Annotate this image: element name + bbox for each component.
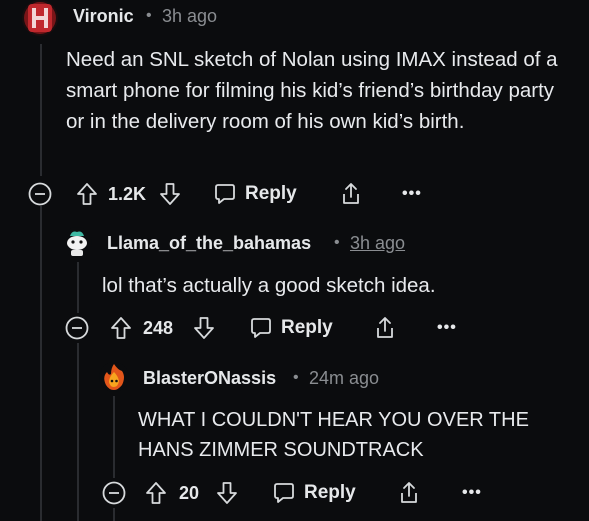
downvote-arrow-icon — [194, 317, 214, 339]
thread-line-3[interactable] — [113, 396, 115, 478]
separator-dot: • — [293, 369, 299, 386]
upvote-button[interactable] — [145, 478, 167, 508]
collapse-button[interactable] — [28, 179, 52, 209]
comment-body: WHAT I COULDN'T HEAR YOU OVER THE HANS Z… — [138, 409, 529, 461]
fire-avatar-icon — [104, 364, 124, 390]
speech-bubble-icon — [274, 483, 294, 503]
upvote-arrow-icon — [77, 183, 97, 205]
downvote-button[interactable] — [216, 478, 238, 508]
comment-actions: 20 Reply ••• — [102, 478, 589, 508]
collapse-icon — [28, 182, 52, 206]
collapse-button[interactable] — [102, 478, 126, 508]
collapse-button[interactable] — [65, 313, 89, 343]
vote-count: 248 — [143, 317, 174, 338]
share-icon — [343, 183, 359, 204]
share-button[interactable] — [339, 179, 363, 209]
username[interactable]: Llama_of_the_bahamas — [107, 233, 311, 254]
share-button[interactable] — [397, 478, 421, 508]
downvote-button[interactable] — [159, 179, 181, 209]
share-icon — [401, 482, 417, 503]
avatar[interactable] — [62, 227, 92, 257]
more-options-button[interactable]: ••• — [462, 478, 482, 508]
downvote-arrow-icon — [160, 183, 180, 205]
speech-bubble-icon — [215, 184, 235, 204]
comment-body: Need an SNL sketch of Nolan using IMAX i… — [66, 48, 558, 133]
reply-button[interactable]: Reply — [272, 478, 356, 508]
separator-dot: • — [146, 7, 152, 24]
reply-button[interactable]: Reply — [249, 313, 333, 343]
thread-line-2[interactable] — [77, 262, 79, 313]
comment-body: lol that’s actually a good sketch idea. — [102, 274, 436, 297]
upvote-button[interactable] — [76, 179, 98, 209]
username[interactable]: BlasterONassis — [143, 368, 276, 389]
separator-dot: • — [334, 234, 340, 251]
timestamp[interactable]: 3h ago — [350, 233, 405, 254]
reply-label: Reply — [304, 482, 356, 503]
avatar[interactable] — [22, 0, 58, 36]
more-options-button[interactable]: ••• — [402, 179, 422, 209]
comment-actions: 248 Reply ••• — [65, 313, 589, 343]
collapse-icon — [65, 316, 89, 340]
vote-count: 1.2K — [108, 183, 147, 204]
more-options-button[interactable]: ••• — [437, 313, 457, 343]
timestamp[interactable]: 3h ago — [162, 6, 217, 27]
snoo-avatar-icon — [67, 231, 87, 256]
thread-line-3-lower[interactable] — [113, 508, 115, 521]
share-icon — [377, 317, 393, 338]
avatar[interactable] — [99, 362, 129, 392]
share-button[interactable] — [373, 313, 397, 343]
reply-label: Reply — [281, 317, 333, 338]
vote-count: 20 — [179, 482, 200, 503]
comment-actions: 1.2K Reply ••• — [28, 179, 589, 209]
thread-line-1-lower[interactable] — [40, 206, 42, 521]
upvote-button[interactable] — [110, 313, 132, 343]
upvote-arrow-icon — [146, 482, 166, 504]
red-sign-avatar-icon — [24, 2, 56, 34]
collapse-icon — [102, 481, 126, 505]
reply-button[interactable]: Reply — [213, 179, 297, 209]
upvote-arrow-icon — [111, 317, 131, 339]
timestamp[interactable]: 24m ago — [309, 368, 379, 389]
downvote-arrow-icon — [217, 482, 237, 504]
thread-line-1[interactable] — [40, 44, 42, 176]
thread-line-2-lower[interactable] — [77, 343, 79, 521]
username[interactable]: Vironic — [73, 6, 134, 27]
reply-label: Reply — [245, 183, 297, 204]
downvote-button[interactable] — [193, 313, 215, 343]
speech-bubble-icon — [251, 318, 271, 338]
